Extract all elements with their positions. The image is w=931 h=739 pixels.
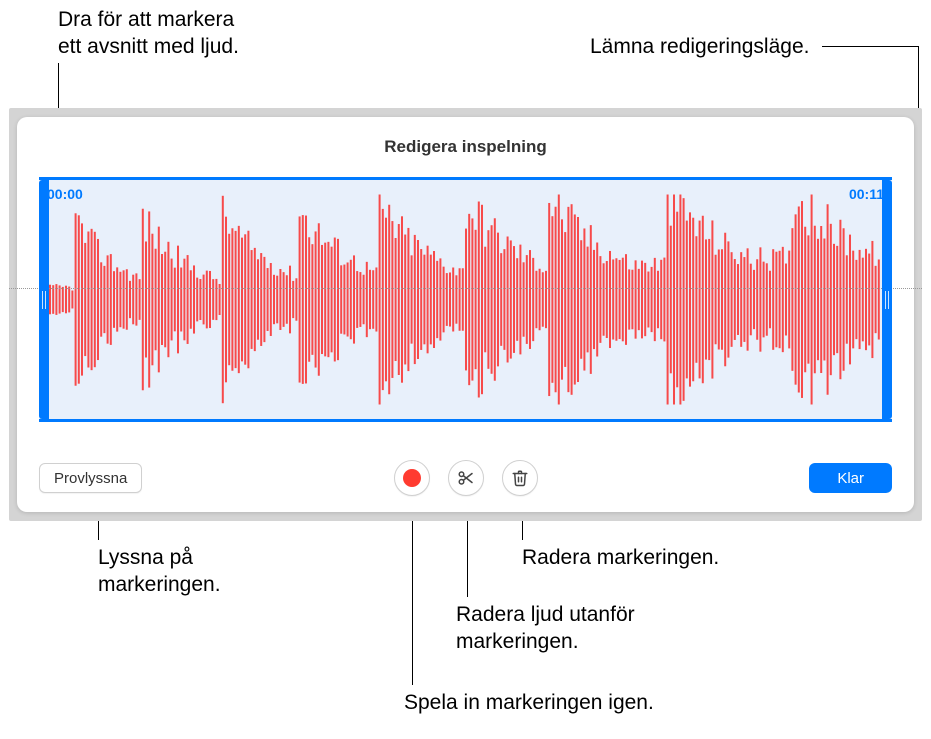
callout-listen: Lyssna på markeringen.: [98, 544, 221, 599]
center-controls: [394, 460, 538, 496]
editor-title: Redigera inspelning: [17, 117, 914, 157]
trim-button[interactable]: [448, 460, 484, 496]
done-button[interactable]: Klar: [809, 463, 892, 493]
record-button[interactable]: [394, 460, 430, 496]
waveform: [49, 180, 882, 419]
preview-button[interactable]: Provlyssna: [39, 463, 142, 493]
callout-exit-edit: Lämna redigeringsläge.: [590, 33, 809, 60]
scissors-icon: [457, 469, 475, 487]
delete-button[interactable]: [502, 460, 538, 496]
record-icon: [403, 469, 421, 487]
callout-re-record: Spela in markeringen igen.: [404, 689, 654, 716]
callout-delete-selection: Radera markeringen.: [522, 544, 719, 571]
app-background: Redigera inspelning 00:00 00:11 Provlyss…: [9, 108, 922, 521]
editor-toolbar: Provlyssna: [39, 460, 892, 496]
editor-panel: Redigera inspelning 00:00 00:11 Provlyss…: [17, 117, 914, 512]
trim-handle-left[interactable]: [39, 180, 49, 419]
waveform-container[interactable]: 00:00 00:11: [39, 177, 892, 422]
trim-handle-right[interactable]: [882, 180, 892, 419]
callout-line: [822, 46, 919, 47]
trash-icon: [511, 469, 529, 487]
timeline-ruler: [9, 288, 922, 289]
callout-delete-outside: Radera ljud utanför markeringen.: [456, 601, 635, 656]
callout-drag-select: Dra för att markera ett avsnitt med ljud…: [58, 6, 239, 61]
